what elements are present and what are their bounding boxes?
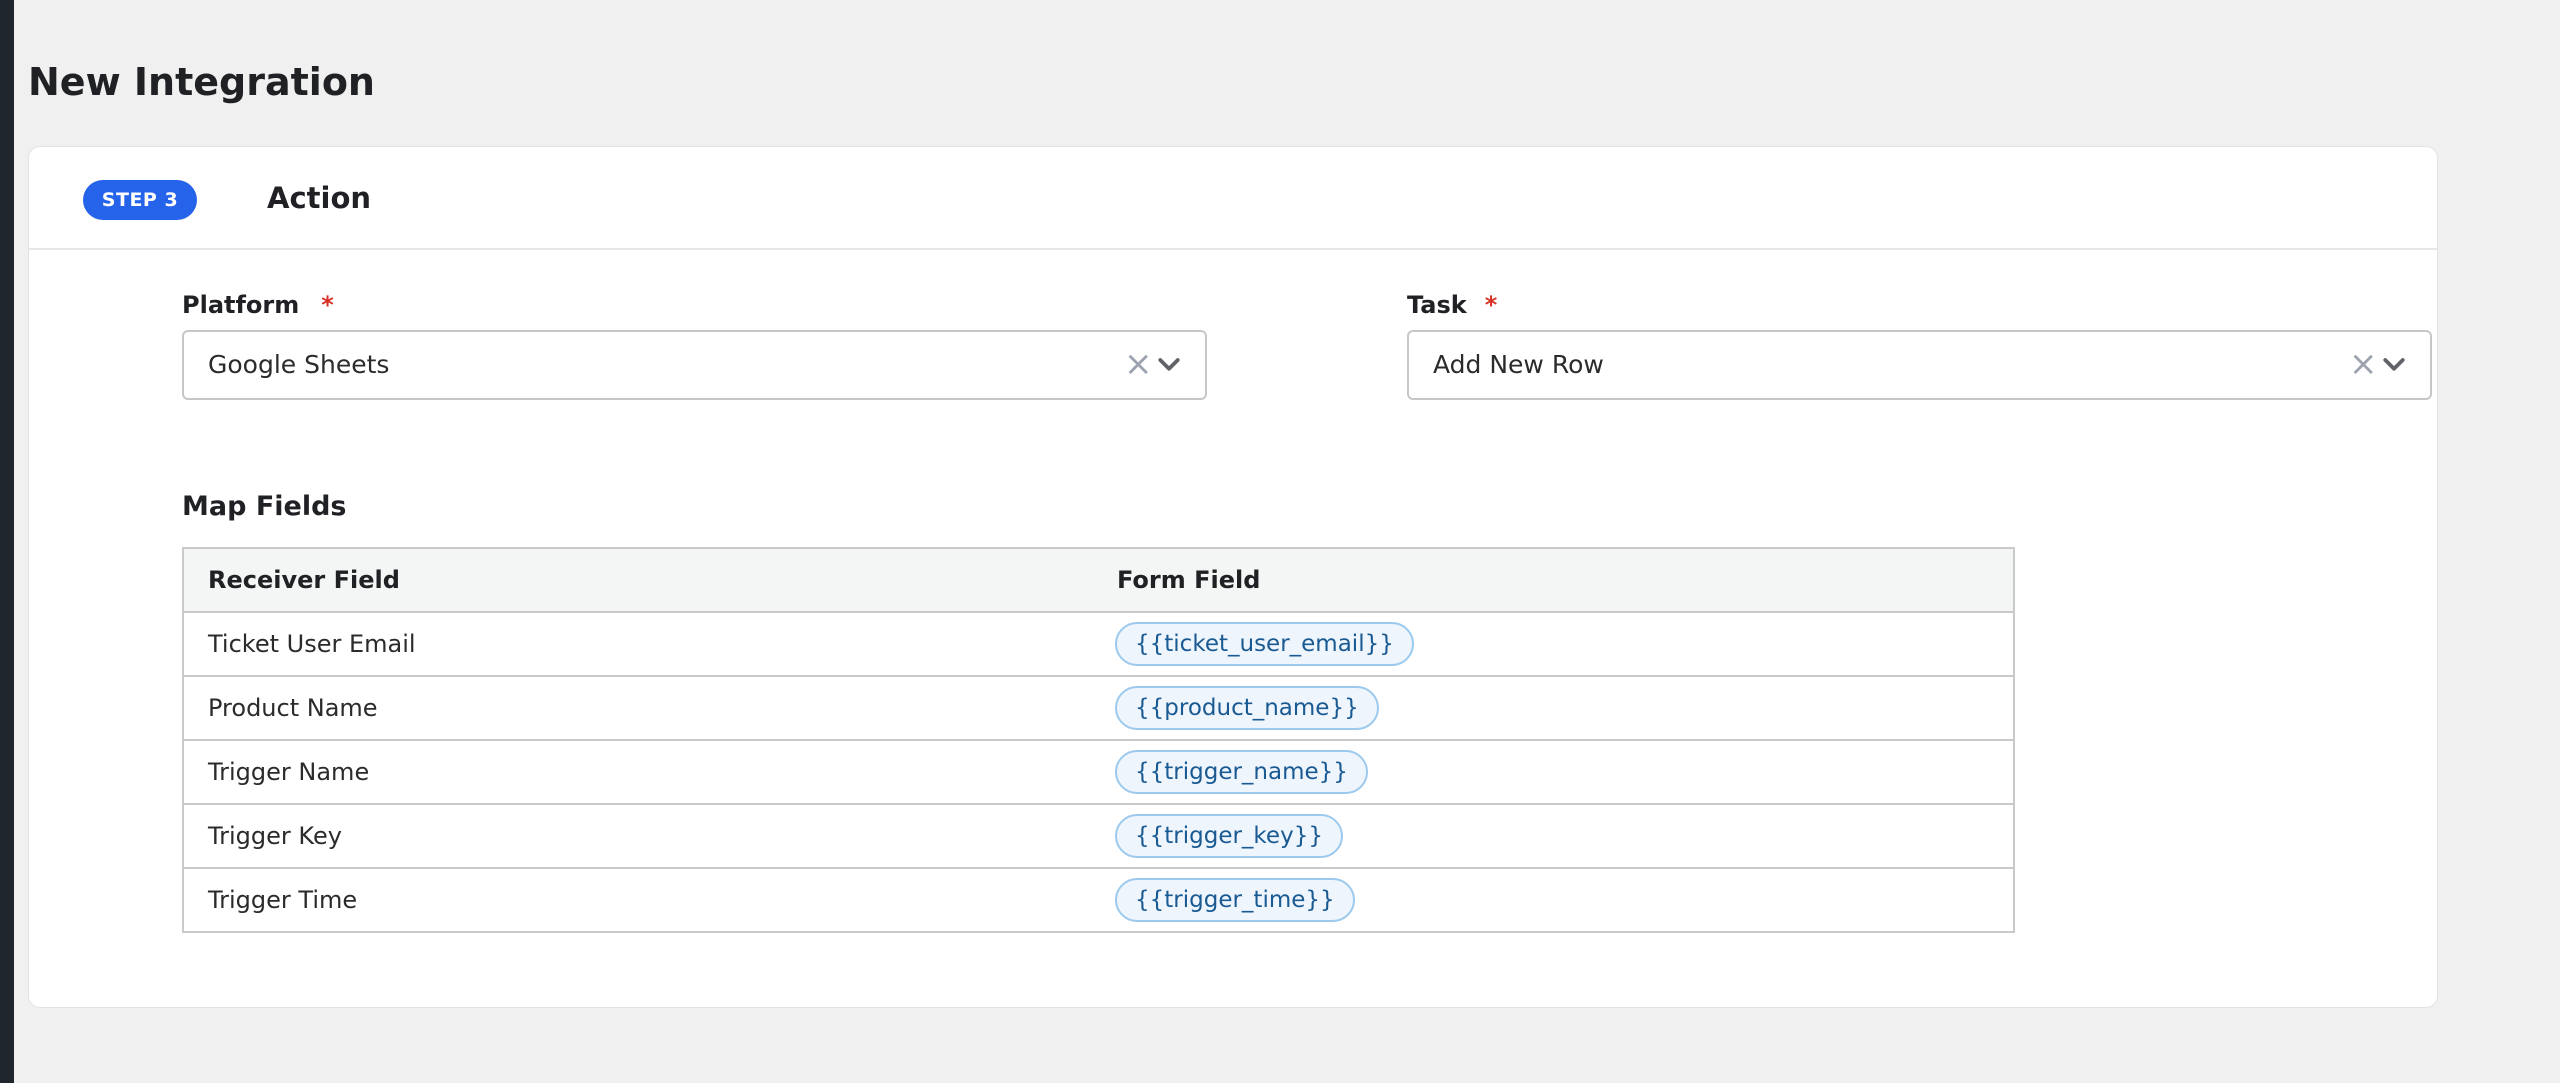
- form-field-token[interactable]: {{trigger_key}}: [1115, 814, 1343, 858]
- chevron-down-icon[interactable]: [2379, 350, 2409, 380]
- form-field-token[interactable]: {{ticket_user_email}}: [1115, 622, 1414, 666]
- receiver-field-cell: Trigger Time: [182, 867, 1103, 933]
- form-field-token[interactable]: {{product_name}}: [1115, 686, 1379, 730]
- table-row: Ticket User Email {{ticket_user_email}}: [182, 611, 2015, 677]
- close-icon[interactable]: ×: [1124, 346, 1153, 382]
- task-label: Task *: [1407, 288, 1497, 322]
- form-field-token[interactable]: {{trigger_time}}: [1115, 878, 1355, 922]
- left-navigation-rail: [0, 0, 14, 1083]
- form-field-cell: {{ticket_user_email}}: [1103, 611, 2015, 677]
- form-field-column-header: Form Field: [1103, 547, 2015, 613]
- page-title: New Integration: [28, 60, 375, 104]
- task-selected-value: Add New Row: [1433, 350, 1604, 379]
- form-field-token[interactable]: {{trigger_name}}: [1115, 750, 1368, 794]
- map-fields-header-row: Receiver Field Form Field: [182, 547, 2015, 613]
- receiver-field-cell: Trigger Key: [182, 803, 1103, 869]
- platform-selected-value: Google Sheets: [208, 350, 390, 379]
- task-select[interactable]: Add New Row ×: [1407, 330, 2432, 400]
- chevron-down-icon[interactable]: [1154, 350, 1184, 380]
- platform-required-marker: *: [321, 291, 334, 319]
- table-row: Trigger Time {{trigger_time}}: [182, 867, 2015, 933]
- platform-label: Platform *: [182, 288, 334, 322]
- table-row: Trigger Name {{trigger_name}}: [182, 739, 2015, 805]
- receiver-field-cell: Ticket User Email: [182, 611, 1103, 677]
- platform-label-text: Platform: [182, 291, 300, 319]
- task-label-text: Task: [1407, 291, 1467, 319]
- form-field-cell: {{trigger_name}}: [1103, 739, 2015, 805]
- task-required-marker: *: [1484, 291, 1498, 319]
- table-row: Product Name {{product_name}}: [182, 675, 2015, 741]
- close-icon[interactable]: ×: [2349, 346, 2378, 382]
- form-field-cell: {{product_name}}: [1103, 675, 2015, 741]
- action-step-card: STEP 3 Action Platform * Google Sheets × …: [28, 146, 2438, 1008]
- form-field-cell: {{trigger_key}}: [1103, 803, 2015, 869]
- receiver-field-column-header: Receiver Field: [182, 547, 1103, 613]
- form-field-cell: {{trigger_time}}: [1103, 867, 2015, 933]
- receiver-field-cell: Trigger Name: [182, 739, 1103, 805]
- map-fields-table: Receiver Field Form Field Ticket User Em…: [182, 547, 2015, 933]
- map-fields-title: Map Fields: [182, 491, 347, 522]
- platform-select[interactable]: Google Sheets ×: [182, 330, 1207, 400]
- receiver-field-cell: Product Name: [182, 675, 1103, 741]
- step-badge: STEP 3: [83, 180, 197, 220]
- step-title: Action: [267, 181, 372, 215]
- table-row: Trigger Key {{trigger_key}}: [182, 803, 2015, 869]
- step-header: STEP 3 Action: [29, 147, 2437, 250]
